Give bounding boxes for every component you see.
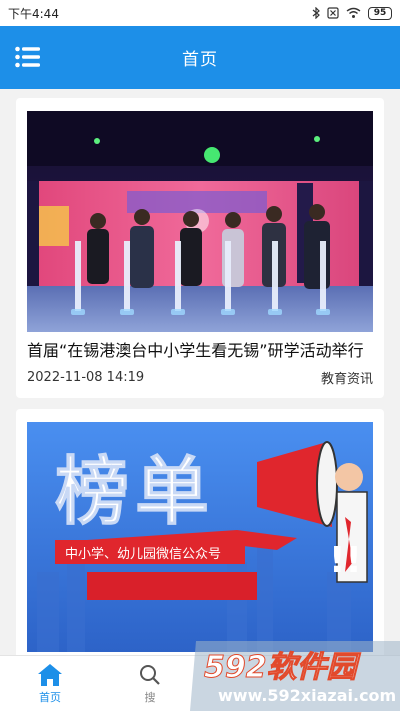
search-icon: [140, 664, 160, 685]
svg-text:!!: !!: [329, 540, 362, 581]
app-header: 首页: [0, 26, 400, 89]
article-feed[interactable]: 首届“在锡港澳台中小学生看无锡”研学活动举行 2022-11-08 14:19 …: [0, 89, 400, 655]
status-bar: 下午4:44 95: [0, 0, 400, 26]
article-card[interactable]: 首届“在锡港澳台中小学生看无锡”研学活动举行 2022-11-08 14:19 …: [16, 98, 384, 398]
menu-button[interactable]: [15, 46, 41, 68]
sim-icon: [327, 7, 339, 19]
banner-sub-text: 中小学、幼儿园微信公众号: [65, 546, 221, 562]
status-time: 下午4:44: [8, 6, 59, 21]
article-image: [27, 111, 373, 332]
home-icon: [38, 663, 62, 686]
tab-placeholder-3[interactable]: [200, 656, 300, 711]
article-card[interactable]: 榜单 中小学、幼儿园微信公众号 !!: [16, 409, 384, 655]
battery-icon: 95: [368, 6, 392, 20]
bluetooth-icon: [312, 7, 320, 19]
article-title: 首届“在锡港澳台中小学生看无锡”研学活动举行: [27, 341, 364, 360]
article-category: 教育资讯: [320, 372, 373, 387]
page-title: 首页: [182, 50, 218, 70]
banner-main-text: 榜单: [55, 449, 215, 535]
article-meta: 2022-11-08 14:19 教育资讯: [27, 368, 373, 387]
article-image: 榜单 中小学、幼儿园微信公众号 !!: [27, 422, 373, 652]
menu-icon: [15, 46, 40, 68]
wifi-icon: [346, 7, 361, 18]
tab-home-label: 首页: [39, 690, 61, 704]
tab-placeholder-4[interactable]: [300, 656, 400, 711]
tab-home[interactable]: 首页: [0, 656, 100, 711]
article-date: 2022-11-08 14:19: [27, 370, 145, 385]
bottom-tab-bar: 首页 搜: [0, 655, 400, 711]
status-icons: 95: [312, 6, 392, 20]
tab-search-label: 搜: [144, 690, 156, 704]
tab-search[interactable]: 搜: [100, 656, 200, 711]
